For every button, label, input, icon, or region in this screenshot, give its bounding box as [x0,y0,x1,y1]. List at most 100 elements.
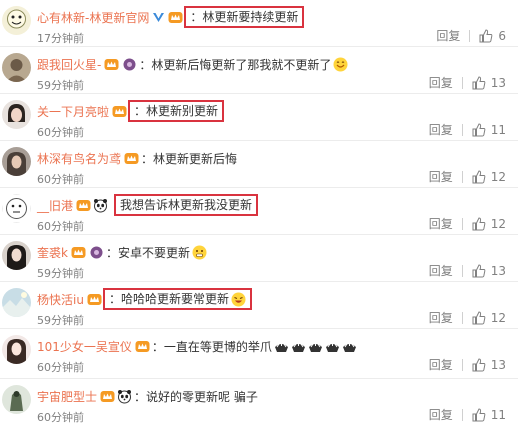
username[interactable]: 101少女一吴宣仪 [37,338,132,355]
username[interactable]: 林深有鸟名为鸢 [37,150,121,167]
avatar[interactable] [2,335,31,364]
reply-button[interactable]: 回复 [429,406,453,423]
like-count: 12 [490,310,506,325]
comment-row: 宇宙肥型士 ： 说好的零更新呢 骗子 60分钟前 回复 11 [0,379,518,429]
thumbs-up-icon [472,169,486,183]
like-count: 12 [490,216,506,231]
timestamp: 60分钟前 [37,126,84,139]
like-button[interactable]: 13 [472,264,506,278]
comment-row: 跟我回火星- ： 林更新后悔更新了那我就不更新了 59分钟前 回复 13 [0,47,518,94]
thumbs-up-icon [472,216,486,230]
timestamp: 59分钟前 [37,79,84,92]
like-button[interactable]: 11 [472,408,506,422]
username[interactable]: 关一下月亮啦 [37,103,109,120]
username[interactable]: __旧港 [37,197,73,214]
username[interactable]: 宇宙肥型士 [37,388,97,405]
like-button[interactable]: 13 [472,358,506,372]
like-button[interactable]: 12 [472,170,506,184]
colon: ： [105,245,118,260]
avatar[interactable] [2,385,31,414]
avatar[interactable] [2,6,31,35]
colon: ： [190,10,203,24]
comment-text: 一直在等更博的举爪 [163,339,272,354]
divider [461,123,463,136]
like-count: 13 [490,75,506,90]
like-count: 11 [490,407,506,422]
vip-crown-icon [71,246,86,259]
divider [461,217,463,230]
like-button[interactable]: 6 [479,29,506,43]
timestamp: 59分钟前 [37,314,84,327]
reply-button[interactable]: 回复 [436,27,460,44]
avatar[interactable] [2,53,31,82]
comment-text-highlighted: ：哈哈哈更新要常更新 [102,288,252,310]
comment-row: __旧港 我想告诉林更新我没更新 60分钟前 回复 12 [0,188,518,235]
like-count: 6 [498,28,506,43]
smile-emoji-icon [333,57,348,72]
comment-row: 关一下月亮啦 ：林更新别更新 60分钟前 回复 11 [0,94,518,141]
reply-button[interactable]: 回复 [429,262,453,279]
thumbs-up-icon [479,28,493,42]
avatar[interactable] [2,288,31,317]
like-button[interactable]: 12 [472,217,506,231]
timestamp: 17分钟前 [37,32,84,45]
comment-row: 101少女一吴宣仪 ： 一直在等更博的举爪 60分钟前 回复 13 [0,329,518,379]
comment-row: 心有林新-林更新官网 ：林更新要持续更新 17分钟前 回复 6 [0,0,518,47]
thumbs-up-icon [472,75,486,89]
comment-text: 林更新后悔更新了那我就不更新了 [151,57,332,72]
vip-crown-icon [112,105,127,118]
paw-emoji-icon [325,339,340,354]
thumbs-up-icon [472,263,486,277]
like-button[interactable]: 12 [472,311,506,325]
avatar[interactable] [2,100,31,129]
timestamp: 59分钟前 [37,267,84,280]
thumbs-up-icon [472,357,486,371]
colon: ： [134,104,147,118]
colon: ： [108,292,121,306]
member-level-icon [89,246,104,259]
divider [461,408,463,421]
comment-row: 奎裘k ： 安卓不要更新 59分钟前 回复 13 [0,235,518,282]
panda-emoji-icon [117,389,132,404]
username[interactable]: 杨快活iu [37,291,84,308]
avatar[interactable] [2,147,31,176]
username[interactable]: 奎裘k [37,244,68,261]
vip-crown-icon [135,340,150,353]
thumbs-up-icon [472,122,486,136]
reply-button[interactable]: 回复 [429,356,453,373]
divider [461,311,463,324]
reply-button[interactable]: 回复 [429,121,453,138]
vip-crown-icon [87,293,102,306]
avatar[interactable] [2,241,31,270]
comment-list: 心有林新-林更新官网 ：林更新要持续更新 17分钟前 回复 6 跟我回火星- ：… [0,0,518,429]
divider [461,264,463,277]
vip-crown-icon [104,58,119,71]
vip-crown-icon [124,152,139,165]
avatar[interactable] [2,194,31,223]
like-button[interactable]: 11 [472,123,506,137]
reply-button[interactable]: 回复 [429,215,453,232]
like-button[interactable]: 13 [472,76,506,90]
panda-emoji-icon [93,198,108,213]
vip-crown-icon [76,199,91,212]
colon: ： [134,389,147,404]
reply-button[interactable]: 回复 [429,168,453,185]
comment-text-highlighted: 我想告诉林更新我没更新 [114,194,259,216]
reply-button[interactable]: 回复 [429,309,453,326]
timestamp: 60分钟前 [37,220,84,233]
colon: ： [151,339,164,354]
thumbs-up-icon [472,407,486,421]
divider [461,358,463,371]
grimace-emoji-icon [192,245,207,260]
reply-button[interactable]: 回复 [429,74,453,91]
like-count: 11 [490,122,506,137]
comment-row: 杨快活iu ：哈哈哈更新要常更新 59分钟前 回复 12 [0,282,518,329]
thumbs-up-icon [472,310,486,324]
laugh-emoji-icon [231,292,246,307]
username[interactable]: 跟我回火星- [37,56,101,73]
timestamp: 60分钟前 [37,173,84,186]
like-count: 12 [490,169,506,184]
username[interactable]: 心有林新-林更新官网 [37,9,149,26]
colon: ： [141,151,154,166]
comment-text: 林更新更新后悔 [153,151,238,166]
